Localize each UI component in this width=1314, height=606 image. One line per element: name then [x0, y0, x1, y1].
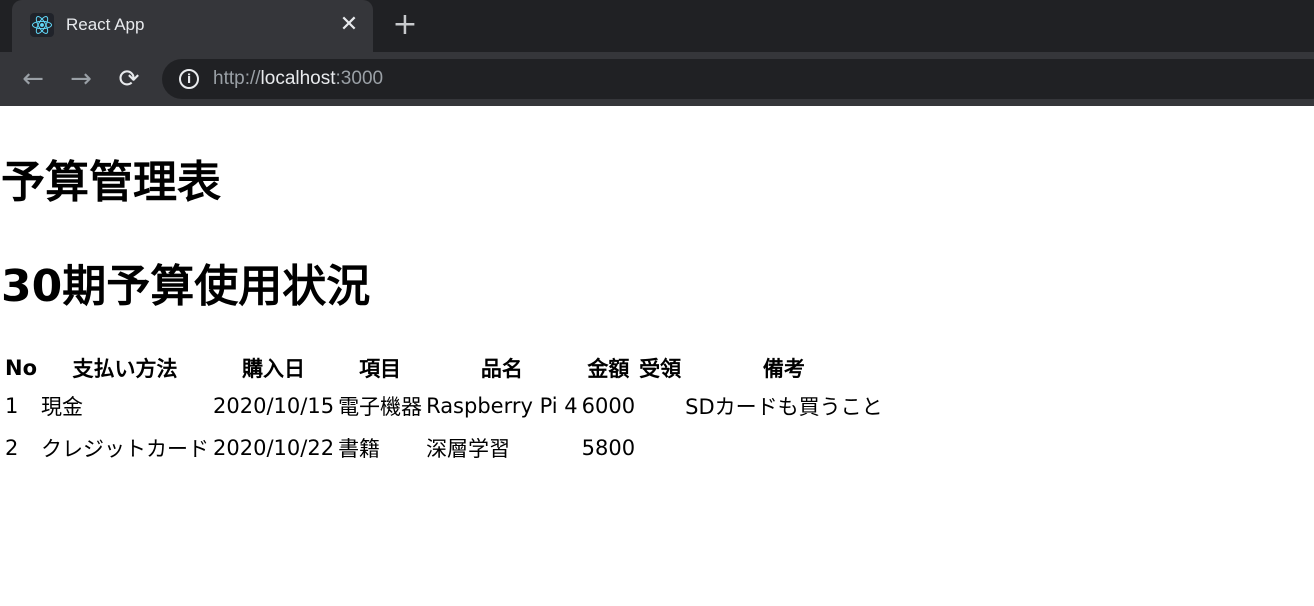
info-icon[interactable]: i: [179, 69, 199, 89]
url-port: :3000: [335, 68, 384, 89]
table-row: 1 現金 2020/10/15 電子機器 Raspberry Pi 4 6000…: [4, 386, 884, 426]
arrow-left-icon[interactable]: ←: [19, 65, 47, 93]
arrow-right-icon[interactable]: →: [67, 65, 95, 93]
react-logo-icon: [30, 13, 54, 37]
page-content: 予算管理表 30期予算使用状況 No 支払い方法 購入日 項目 品名 金額 受領…: [0, 106, 1314, 606]
header-notes: 備考: [762, 357, 805, 381]
table-row: 2 クレジットカード 2020/10/22 書籍 深層学習 5800: [4, 428, 884, 468]
tab-title: React App: [66, 15, 145, 34]
cell-purchase-date: 2020/10/22: [213, 436, 335, 460]
plus-icon[interactable]: +: [392, 10, 418, 40]
url-text[interactable]: http://localhost:3000: [213, 68, 383, 90]
header-no: No: [5, 356, 38, 380]
page-title: 予算管理表: [1, 157, 221, 208]
cell-received: [638, 428, 682, 468]
header-payment-method: 支払い方法: [72, 357, 178, 381]
cell-payment-method: クレジットカード: [41, 437, 210, 461]
close-icon[interactable]: ✕: [338, 14, 360, 36]
cell-category: 書籍: [338, 437, 381, 461]
cell-no: 2: [5, 436, 19, 460]
browser-tab[interactable]: React App ✕: [12, 0, 373, 52]
header-item-name: 品名: [480, 357, 523, 381]
cell-purchase-date: 2020/10/15: [213, 394, 335, 418]
header-received: 受領: [639, 357, 682, 381]
cell-received: [638, 386, 682, 426]
reload-icon[interactable]: ⟳: [115, 65, 143, 93]
cell-notes: [684, 428, 884, 468]
cell-payment-method: 現金: [41, 395, 84, 419]
cell-notes: SDカードも買うこと: [685, 395, 883, 419]
table-header-row: No 支払い方法 購入日 項目 品名 金額 受領 備考: [4, 352, 884, 384]
cell-item-name: 深層学習: [426, 437, 511, 461]
cell-item-name: Raspberry Pi 4: [426, 394, 578, 418]
budget-table: No 支払い方法 購入日 項目 品名 金額 受領 備考 1 現金 2020/10…: [2, 350, 886, 470]
cell-no: 1: [5, 394, 19, 418]
cell-amount: 6000: [581, 394, 636, 418]
browser-toolbar: ← → ⟳ i http://localhost:3000: [0, 52, 1314, 106]
url-host: localhost: [260, 68, 336, 89]
cell-category: 電子機器: [338, 395, 423, 419]
url-scheme: http://: [213, 68, 261, 89]
page-subtitle: 30期予算使用状況: [1, 261, 371, 312]
address-bar[interactable]: i http://localhost:3000: [162, 59, 1314, 99]
browser-tab-strip: React App ✕ +: [0, 0, 1314, 52]
header-category: 項目: [359, 357, 402, 381]
header-amount: 金額: [587, 357, 630, 381]
header-purchase-date: 購入日: [242, 357, 306, 381]
cell-amount: 5800: [581, 436, 636, 460]
